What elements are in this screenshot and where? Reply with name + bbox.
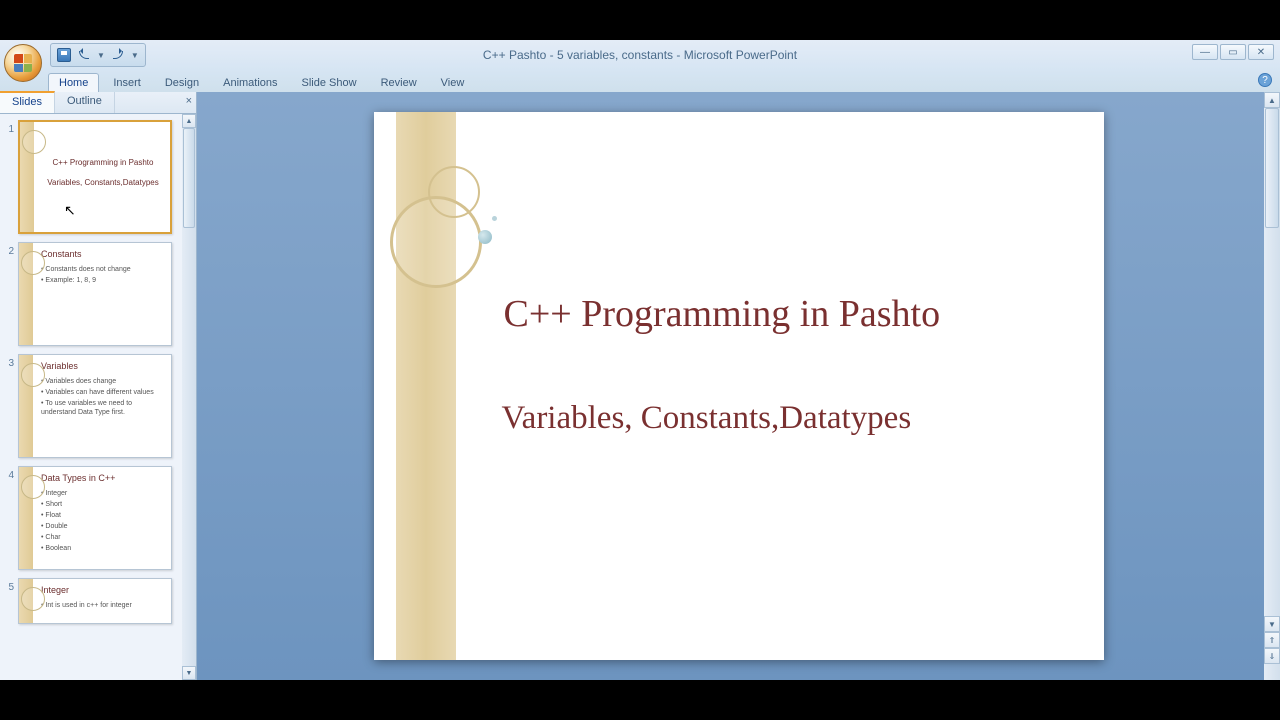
powerpoint-window: ▼ ▼ C++ Pashto - 5 variables, constants … <box>0 40 1280 680</box>
thumbnail-line: • Example: 1, 8, 9 <box>41 276 165 285</box>
thumbnail-title: Variables <box>41 361 165 373</box>
thumbnail-title: Constants <box>41 249 165 261</box>
ribbon-tab-home[interactable]: Home <box>48 73 99 92</box>
thumbnail-line: • To use variables we need to understand… <box>41 399 165 417</box>
letterbox-top <box>0 0 1280 40</box>
ribbon-tab-design[interactable]: Design <box>155 74 209 92</box>
thumbnail-line: • Short <box>41 500 165 509</box>
window-controls: — ▭ ✕ <box>1192 44 1274 60</box>
thumbnail-line: • Boolean <box>41 544 165 553</box>
thumbnail-line: • Variables can have different values <box>41 388 165 397</box>
scroll-thumb[interactable] <box>1265 108 1279 228</box>
ribbon-tab-view[interactable]: View <box>431 74 475 92</box>
thumbnail-number: 5 <box>4 578 18 624</box>
thumbnail-number: 1 <box>4 120 18 234</box>
window-title: C++ Pashto - 5 variables, constants - Mi… <box>483 48 797 62</box>
work-area: Slides Outline × 1 C++ Programming in Pa… <box>0 92 1280 680</box>
undo-icon[interactable] <box>79 51 89 59</box>
thumbnail-title: Data Types in C++ <box>41 473 165 485</box>
panel-tab-outline[interactable]: Outline <box>55 92 115 113</box>
ribbon-tab-insert[interactable]: Insert <box>103 74 151 92</box>
panel-scrollbar[interactable]: ▲ ▼ <box>182 114 196 680</box>
thumbnail-row: 2 Constants • Constants does not change … <box>4 242 180 346</box>
thumbnail-line: • Variables does change <box>41 377 165 386</box>
thumbnail-slide-1[interactable]: C++ Programming in Pashto Variables, Con… <box>18 120 172 234</box>
thumbnail-slide-3[interactable]: Variables • Variables does change • Vari… <box>18 354 172 458</box>
thumbnail-number: 4 <box>4 466 18 570</box>
scroll-down-icon[interactable]: ▼ <box>182 666 196 680</box>
scroll-thumb[interactable] <box>183 128 195 228</box>
undo-dropdown-icon[interactable]: ▼ <box>97 51 105 60</box>
help-icon[interactable]: ? <box>1258 73 1272 87</box>
maximize-button[interactable]: ▭ <box>1220 44 1246 60</box>
thumbnail-decoration <box>20 122 34 232</box>
thumbnail-row: 1 C++ Programming in Pashto Variables, C… <box>4 120 180 234</box>
qat-customize-icon[interactable]: ▼ <box>131 51 139 60</box>
thumbnail-list: 1 C++ Programming in Pashto Variables, C… <box>0 114 196 638</box>
thumbnail-title: Integer <box>41 585 165 597</box>
ribbon-tab-slideshow[interactable]: Slide Show <box>292 74 367 92</box>
office-logo-icon <box>14 54 32 72</box>
main-scrollbar[interactable]: ▲ ▼ ⇑ ⇓ <box>1264 92 1280 680</box>
decoration-circle-icon <box>428 166 480 218</box>
scroll-up-icon[interactable]: ▲ <box>182 114 196 128</box>
minimize-button[interactable]: — <box>1192 44 1218 60</box>
slide-theme-strip <box>396 112 456 660</box>
thumbnail-slide-4[interactable]: Data Types in C++ • Integer • Short • Fl… <box>18 466 172 570</box>
ribbon-tab-animations[interactable]: Animations <box>213 74 287 92</box>
thumbnail-decoration <box>19 467 33 569</box>
thumbnail-line: • Char <box>41 533 165 542</box>
decoration-dot-icon <box>478 230 492 244</box>
thumbnail-subtitle: Variables, Constants,Datatypes <box>42 178 164 188</box>
prev-slide-icon[interactable]: ⇑ <box>1264 632 1280 648</box>
slide-title-text[interactable]: C++ Programming in Pashto <box>504 292 941 336</box>
ribbon-tab-review[interactable]: Review <box>371 74 427 92</box>
panel-tab-slides[interactable]: Slides <box>0 91 55 113</box>
thumbnail-row: 5 Integer • Int is used in c++ for integ… <box>4 578 180 624</box>
thumbnail-content: Variables • Variables does change • Vari… <box>19 355 171 425</box>
thumbnail-line: • Int is used in c++ for integer <box>41 601 165 610</box>
decoration-dot-icon <box>492 216 497 221</box>
slides-panel: Slides Outline × 1 C++ Programming in Pa… <box>0 92 197 680</box>
thumbnail-scroll-area: 1 C++ Programming in Pashto Variables, C… <box>0 114 196 680</box>
save-icon[interactable] <box>57 48 71 62</box>
thumbnail-decoration <box>19 579 33 623</box>
thumbnail-decoration <box>19 355 33 457</box>
thumbnail-slide-2[interactable]: Constants • Constants does not change • … <box>18 242 172 346</box>
title-bar: ▼ ▼ C++ Pashto - 5 variables, constants … <box>0 40 1280 70</box>
thumbnail-line: • Float <box>41 511 165 520</box>
letterbox-bottom <box>0 680 1280 720</box>
close-button[interactable]: ✕ <box>1248 44 1274 60</box>
scroll-down-icon[interactable]: ▼ <box>1264 616 1280 632</box>
ribbon-tab-strip: Home Insert Design Animations Slide Show… <box>0 70 1280 92</box>
quick-access-toolbar: ▼ ▼ <box>50 43 146 67</box>
slide-editor-area: C++ Programming in Pashto Variables, Con… <box>197 92 1280 680</box>
thumbnail-row: 3 Variables • Variables does change • Va… <box>4 354 180 458</box>
thumbnail-line: • Integer <box>41 489 165 498</box>
slide-subtitle-text[interactable]: Variables, Constants,Datatypes <box>502 400 912 437</box>
thumbnail-decoration <box>19 243 33 345</box>
mouse-cursor-icon: ↖ <box>64 202 76 219</box>
thumbnail-row: 4 Data Types in C++ • Integer • Short • … <box>4 466 180 570</box>
current-slide[interactable]: C++ Programming in Pashto Variables, Con… <box>374 112 1104 660</box>
redo-icon[interactable] <box>113 51 123 59</box>
panel-tab-strip: Slides Outline × <box>0 92 196 114</box>
office-button[interactable] <box>4 44 42 82</box>
thumbnail-title: C++ Programming in Pashto <box>42 158 164 168</box>
thumbnail-line: • Double <box>41 522 165 531</box>
scroll-up-icon[interactable]: ▲ <box>1264 92 1280 108</box>
thumbnail-number: 3 <box>4 354 18 458</box>
panel-close-button[interactable]: × <box>186 95 192 107</box>
next-slide-icon[interactable]: ⇓ <box>1264 648 1280 664</box>
thumbnail-line: • Constants does not change <box>41 265 165 274</box>
thumbnail-number: 2 <box>4 242 18 346</box>
thumbnail-slide-5[interactable]: Integer • Int is used in c++ for integer <box>18 578 172 624</box>
